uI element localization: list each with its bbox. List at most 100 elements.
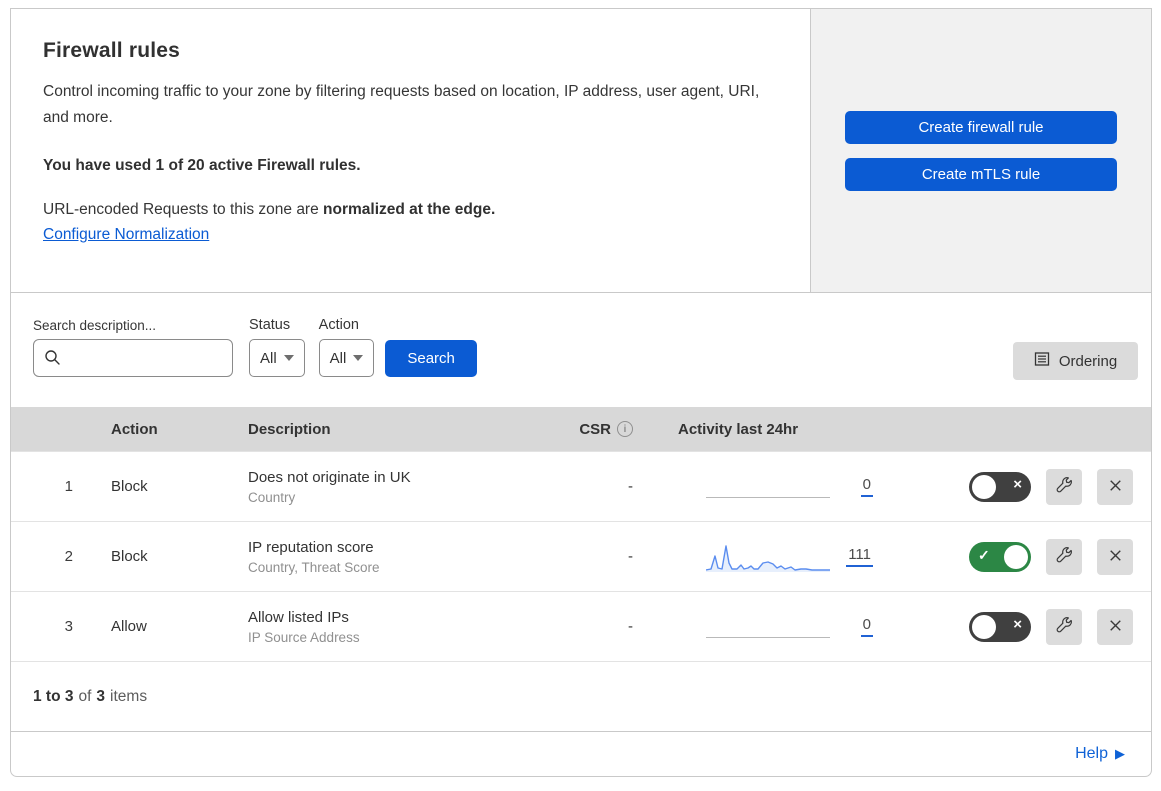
info-icon[interactable]: i — [617, 421, 633, 437]
filter-bar: Search description... Status All — [11, 293, 1151, 407]
col-description-header: Description — [248, 421, 548, 438]
page-title: Firewall rules — [43, 39, 774, 63]
activity-count-link[interactable]: 0 — [861, 616, 873, 637]
rule-priority: 3 — [11, 618, 73, 635]
search-input[interactable] — [33, 339, 233, 377]
toggle-knob — [972, 475, 996, 499]
rule-action: Block — [73, 548, 248, 565]
status-selected-value: All — [260, 350, 277, 367]
rule-activity-cell: 0 — [643, 471, 873, 503]
action-label: Action — [319, 317, 375, 333]
rules-list-card: Search description... Status All — [10, 293, 1152, 732]
delete-rule-button[interactable] — [1097, 609, 1133, 645]
toggle-knob — [1004, 545, 1028, 569]
items-label: items — [110, 688, 147, 706]
delete-rule-button[interactable] — [1097, 469, 1133, 505]
overview-description: Control incoming traffic to your zone by… — [43, 79, 774, 131]
sparkline-empty — [706, 471, 830, 503]
rule-controls: × — [873, 469, 1151, 505]
wrench-icon — [1056, 617, 1073, 637]
wrench-icon — [1056, 547, 1073, 567]
normalization-text: URL-encoded Requests to this zone are — [43, 201, 319, 218]
activity-count-link[interactable]: 0 — [861, 476, 873, 497]
status-filter-group: Status All — [249, 317, 305, 377]
chevron-down-icon — [284, 355, 294, 361]
rule-action: Block — [73, 478, 248, 495]
rule-action: Allow — [73, 618, 248, 635]
activity-sparkline — [706, 541, 830, 573]
status-label: Status — [249, 317, 305, 333]
status-select[interactable]: All — [249, 339, 305, 377]
rule-description-cell: IP reputation score Country, Threat Scor… — [248, 539, 548, 575]
rule-description: IP reputation score — [248, 539, 548, 556]
actions-panel: Create firewall rule Create mTLS rule — [810, 9, 1151, 292]
close-icon — [1107, 547, 1124, 567]
rule-activity-cell: 0 — [643, 611, 873, 643]
create-mtls-rule-button[interactable]: Create mTLS rule — [845, 158, 1117, 191]
normalization-bold: normalized at the edge. — [323, 201, 495, 218]
activity-count-link[interactable]: 111 — [846, 546, 873, 567]
rule-fields: Country — [248, 490, 548, 505]
normalization-line: URL-encoded Requests to this zone are no… — [43, 201, 774, 219]
enable-toggle-on[interactable]: ✓ — [969, 542, 1031, 572]
rule-description-cell: Does not originate in UK Country — [248, 469, 548, 505]
rule-csr: - — [548, 618, 643, 635]
rule-description: Does not originate in UK — [248, 469, 548, 486]
sparkline-empty — [706, 611, 830, 643]
toggle-knob — [972, 615, 996, 639]
csr-header-label: CSR — [579, 421, 611, 438]
search-group: Search description... — [33, 318, 233, 377]
help-bar: Help ▶ — [10, 731, 1152, 777]
delete-rule-button[interactable] — [1097, 539, 1133, 575]
create-firewall-rule-button[interactable]: Create firewall rule — [845, 111, 1117, 144]
rule-csr: - — [548, 478, 643, 495]
overview-card: Firewall rules Control incoming traffic … — [10, 8, 1152, 293]
table-row: 2 Block IP reputation score Country, Thr… — [11, 521, 1151, 591]
help-link[interactable]: Help ▶ — [1075, 745, 1125, 763]
toggle-x-glyph: × — [1013, 476, 1022, 493]
edit-rule-button[interactable] — [1046, 609, 1082, 645]
rule-priority: 2 — [11, 548, 73, 565]
toggle-x-glyph: × — [1013, 616, 1022, 633]
table-row: 1 Block Does not originate in UK Country… — [11, 451, 1151, 521]
search-label: Search description... — [33, 318, 233, 333]
rule-csr: - — [548, 548, 643, 565]
enable-toggle-off[interactable]: × — [969, 612, 1031, 642]
sparkline-fill — [706, 546, 830, 572]
table-pagination-summary: 1 to 3 of 3 items — [11, 661, 1151, 731]
col-activity-header: Activity last 24hr — [643, 421, 873, 438]
search-button[interactable]: Search — [385, 340, 477, 377]
toggle-check-glyph: ✓ — [978, 547, 990, 564]
rule-fields: Country, Threat Score — [248, 560, 548, 575]
action-filter-group: Action All — [319, 317, 375, 377]
rule-description-cell: Allow listed IPs IP Source Address — [248, 609, 548, 645]
edit-rule-button[interactable] — [1046, 539, 1082, 575]
edit-rule-button[interactable] — [1046, 469, 1082, 505]
list-icon — [1034, 351, 1050, 371]
items-of-label: of — [78, 688, 91, 706]
search-icon — [44, 349, 61, 371]
table-header-row: Action Description CSR i Activity last 2… — [11, 407, 1151, 451]
items-total: 3 — [96, 688, 105, 706]
ordering-button[interactable]: Ordering — [1013, 342, 1138, 380]
rule-controls: ✓ — [873, 539, 1151, 575]
rule-fields: IP Source Address — [248, 630, 548, 645]
rule-priority: 1 — [11, 478, 73, 495]
items-range: 1 to 3 — [33, 688, 73, 706]
col-csr-header: CSR i — [548, 421, 643, 438]
ordering-button-label: Ordering — [1059, 353, 1117, 370]
col-action-header: Action — [73, 421, 248, 438]
close-icon — [1107, 477, 1124, 497]
wrench-icon — [1056, 477, 1073, 497]
action-selected-value: All — [330, 350, 347, 367]
rule-description: Allow listed IPs — [248, 609, 548, 626]
rule-activity-cell: 111 — [643, 541, 873, 573]
rule-controls: × — [873, 609, 1151, 645]
usage-notice: You have used 1 of 20 active Firewall ru… — [43, 157, 774, 175]
close-icon — [1107, 617, 1124, 637]
enable-toggle-off[interactable]: × — [969, 472, 1031, 502]
action-select[interactable]: All — [319, 339, 375, 377]
configure-normalization-link[interactable]: Configure Normalization — [43, 226, 209, 244]
help-link-label: Help — [1075, 745, 1108, 763]
table-row: 3 Allow Allow listed IPs IP Source Addre… — [11, 591, 1151, 661]
